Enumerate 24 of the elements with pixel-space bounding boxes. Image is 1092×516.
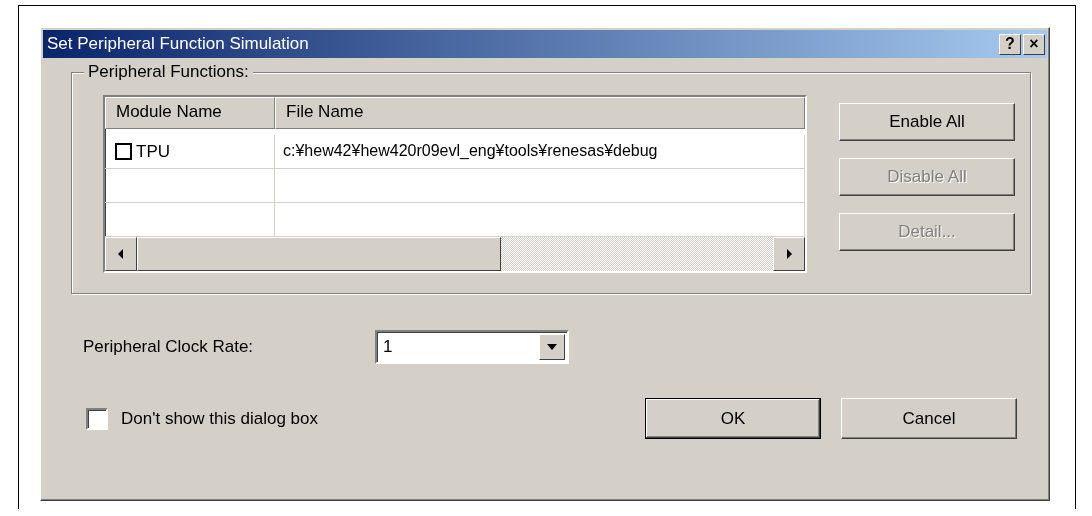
right-arrow-icon (785, 249, 793, 259)
group-label: Peripheral Functions: (84, 62, 253, 82)
scroll-left-button[interactable] (105, 237, 137, 271)
action-button[interactable]: Enable All (839, 103, 1015, 141)
help-button[interactable]: ? (999, 33, 1021, 55)
close-button[interactable]: × (1023, 33, 1045, 55)
table-cell: c:¥hew42¥hew420r09evl_eng¥tools¥renesas¥debug (275, 135, 805, 168)
clock-rate-dropdown[interactable]: 1 (375, 330, 569, 364)
column-header[interactable]: File Name (275, 97, 805, 129)
scroll-thumb[interactable] (137, 237, 501, 271)
checkbox[interactable] (115, 143, 132, 160)
left-arrow-icon (117, 249, 125, 259)
dropdown-arrow-icon (547, 344, 557, 350)
table-cell: TPU (136, 141, 170, 162)
horizontal-scrollbar[interactable] (105, 237, 805, 271)
cancel-button[interactable]: Cancel (841, 398, 1017, 439)
column-header[interactable]: Module Name (105, 97, 275, 129)
window-title: Set Peripheral Function Simulation (47, 34, 310, 54)
checkbox[interactable] (86, 407, 108, 430)
clock-rate-label: Peripheral Clock Rate: (83, 337, 255, 357)
checkbox-label: Don't show this dialog box (121, 408, 318, 429)
scroll-right-button[interactable] (773, 237, 805, 271)
ok-button[interactable]: OK (645, 398, 821, 439)
module-list[interactable]: Module Name File Name TPU c:¥hew42¥hew420r09evl_eng¥tools¥renesas¥debug (103, 95, 807, 273)
